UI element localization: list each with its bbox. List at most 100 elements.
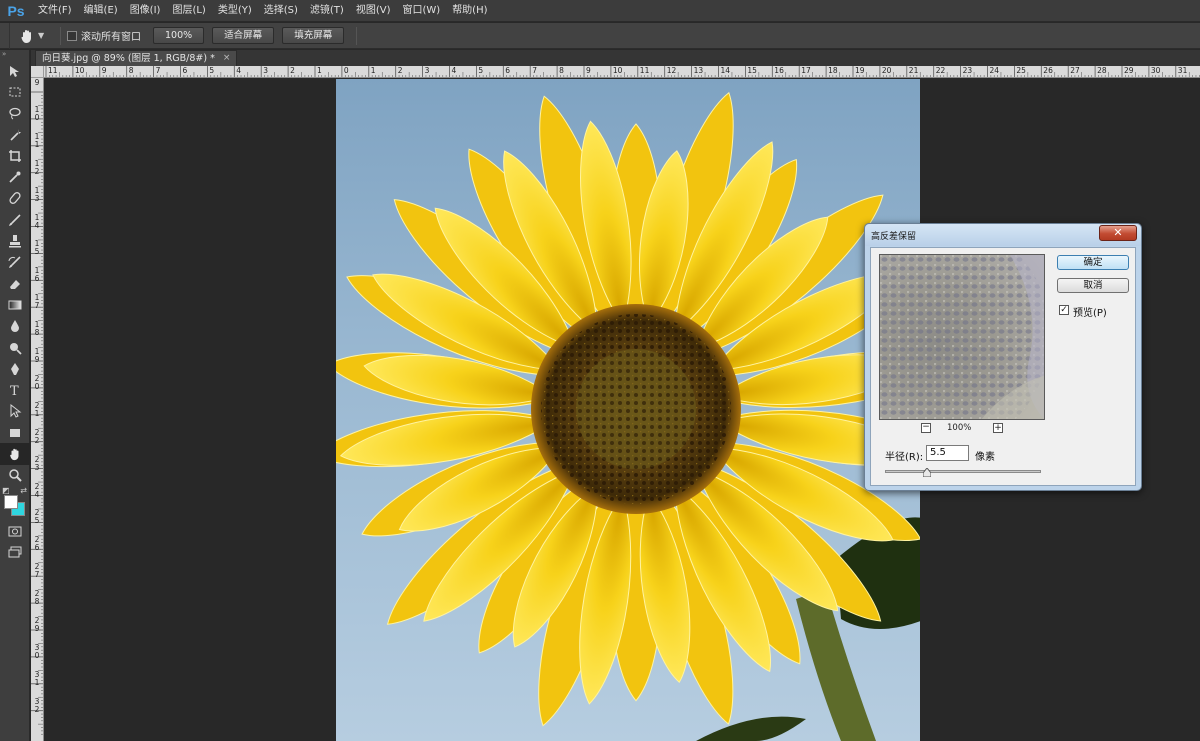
ruler-label: 31 xyxy=(34,669,40,687)
ruler-label: 14 xyxy=(34,212,40,230)
tool-panel: » T ◩ ⇄ xyxy=(0,50,30,741)
ruler-label: 8 xyxy=(559,66,564,75)
clone-stamp-icon[interactable] xyxy=(0,230,30,251)
menu-view[interactable]: 视图(V) xyxy=(350,0,397,22)
fill-screen-button[interactable]: 填充屏幕 xyxy=(282,27,345,44)
collapse-panel-icon[interactable]: » xyxy=(0,50,29,60)
document-tab[interactable]: 向日葵.jpg @ 89% (图层 1, RGB/8#) * × xyxy=(35,50,238,66)
menu-filter[interactable]: 滤镜(T) xyxy=(304,0,350,22)
menu-layer[interactable]: 图层(L) xyxy=(166,0,211,22)
screen-mode-icon[interactable] xyxy=(0,541,30,562)
sunflower-image[interactable] xyxy=(336,79,920,741)
default-colors-icon[interactable]: ◩ xyxy=(2,486,10,495)
zoom-icon[interactable] xyxy=(0,465,30,486)
ruler-origin[interactable] xyxy=(31,66,44,78)
document-tab-bar: 向日葵.jpg @ 89% (图层 1, RGB/8#) * × xyxy=(31,50,1200,66)
ruler-label: 4 xyxy=(451,66,457,75)
hand-icon[interactable] xyxy=(0,443,30,465)
ruler-label: 11 xyxy=(48,66,58,75)
ruler-label: 31 xyxy=(1177,66,1188,75)
preview-checkbox[interactable]: ✓ xyxy=(1059,305,1069,315)
ruler-label: 28 xyxy=(34,589,40,607)
history-brush-icon[interactable] xyxy=(0,252,30,273)
high-pass-dialog: 高反差保留 ✕ − 100% + 半径(R): 5.5 像素 确定 取消 ✓ 预… xyxy=(864,223,1142,491)
photoshop-window: Ps 文件(F) 编辑(E) 图像(I) 图层(L) 类型(Y) 选择(S) 滤… xyxy=(0,0,1200,741)
foreground-color-swatch[interactable] xyxy=(4,494,18,509)
menu-select[interactable]: 选择(S) xyxy=(258,0,304,22)
ruler-label: 5 xyxy=(478,66,484,75)
actual-pixels-button[interactable]: 100% xyxy=(153,27,205,44)
menu-window[interactable]: 窗口(W) xyxy=(396,0,446,22)
ruler-label: 7 xyxy=(532,66,537,75)
shape-icon[interactable] xyxy=(0,422,30,443)
ruler-label: 26 xyxy=(34,535,40,553)
brush-icon[interactable] xyxy=(0,209,30,230)
ruler-label: 29 xyxy=(34,616,40,633)
quick-mask-icon[interactable] xyxy=(0,520,30,541)
ruler-label: 27 xyxy=(1070,66,1080,75)
horizontal-ruler[interactable]: 11 10 9 8 7 6 5 4 3 2 1 0 1 2 3 4 5 6 7 8 9 10 11 12 13 14 15 16 17 1… xyxy=(44,66,1200,78)
menu-edit[interactable]: 编辑(E) xyxy=(78,0,124,22)
fit-screen-button[interactable]: 适合屏幕 xyxy=(212,27,275,44)
ruler-label: 6 xyxy=(182,66,188,75)
swap-colors-icon[interactable]: ⇄ xyxy=(20,486,27,495)
ruler-label: 5 xyxy=(209,66,215,75)
dodge-icon[interactable] xyxy=(0,337,30,358)
magic-wand-icon[interactable] xyxy=(0,124,30,145)
hand-icon[interactable] xyxy=(16,25,38,47)
ruler-label: 23 xyxy=(962,66,973,75)
ruler-label: 29 xyxy=(1124,66,1134,75)
preview-texture xyxy=(880,255,1044,419)
close-button[interactable]: ✕ xyxy=(1099,225,1137,241)
menu-help[interactable]: 帮助(H) xyxy=(446,0,493,22)
menu-image[interactable]: 图像(I) xyxy=(124,0,167,22)
menu-file[interactable]: 文件(F) xyxy=(32,0,78,22)
pen-icon[interactable] xyxy=(0,358,30,379)
dialog-titlebar[interactable]: 高反差保留 ✕ xyxy=(865,224,1141,246)
vertical-ruler[interactable]: 9 10 11 12 13 14 15 16 17 18 19 20 21 22 23 24 25 26 27 28 2… xyxy=(31,78,44,741)
ruler-label: 16 xyxy=(774,66,784,75)
ruler-label: 13 xyxy=(693,66,704,75)
ruler-label: 20 xyxy=(34,373,40,391)
zoom-out-button[interactable]: − xyxy=(921,423,931,433)
ruler-label: 18 xyxy=(34,320,40,338)
path-select-icon[interactable] xyxy=(0,401,30,422)
ruler-label: 13 xyxy=(34,185,40,203)
ruler-label: 28 xyxy=(1097,66,1107,75)
healing-brush-icon[interactable] xyxy=(0,188,30,209)
filter-preview[interactable] xyxy=(879,254,1045,420)
color-swatches: ◩ ⇄ xyxy=(0,486,30,520)
ruler-label: 21 xyxy=(908,66,919,75)
radius-slider-track[interactable] xyxy=(885,470,1041,473)
radius-input[interactable]: 5.5 xyxy=(926,445,969,461)
ruler-label: 12 xyxy=(666,66,677,75)
ruler-label: 25 xyxy=(1016,66,1026,75)
svg-text:T: T xyxy=(10,384,19,397)
sunflower-photo xyxy=(336,91,920,741)
cancel-button[interactable]: 取消 xyxy=(1057,278,1129,293)
ruler-label: 10 xyxy=(74,66,85,75)
tool-preset-chevron-down-icon[interactable]: ▼ xyxy=(38,31,48,40)
blur-icon[interactable] xyxy=(0,316,30,337)
type-icon[interactable]: T xyxy=(0,379,30,400)
zoom-in-button[interactable]: + xyxy=(993,423,1003,433)
ok-button[interactable]: 确定 xyxy=(1057,255,1129,270)
marquee-icon[interactable] xyxy=(0,81,30,102)
eyedropper-icon[interactable] xyxy=(0,166,30,187)
ruler-label: 2 xyxy=(290,66,295,75)
close-icon[interactable]: × xyxy=(223,51,231,66)
move-icon[interactable] xyxy=(0,60,30,81)
ruler-label: 22 xyxy=(34,427,40,445)
scroll-all-windows-checkbox[interactable] xyxy=(67,30,77,41)
ruler-label: 11 xyxy=(639,66,650,75)
menu-type[interactable]: 类型(Y) xyxy=(212,0,258,22)
scroll-all-windows-label: 滚动所有窗口 xyxy=(81,32,141,43)
radius-slider-thumb[interactable] xyxy=(922,467,932,478)
eraser-icon[interactable] xyxy=(0,273,30,294)
crop-icon[interactable] xyxy=(0,145,30,166)
lasso-icon[interactable] xyxy=(0,103,30,124)
ruler-label: 17 xyxy=(34,293,40,311)
options-bar-handle[interactable] xyxy=(0,22,10,49)
ruler-label: 1 xyxy=(317,66,322,75)
gradient-icon[interactable] xyxy=(0,294,30,315)
